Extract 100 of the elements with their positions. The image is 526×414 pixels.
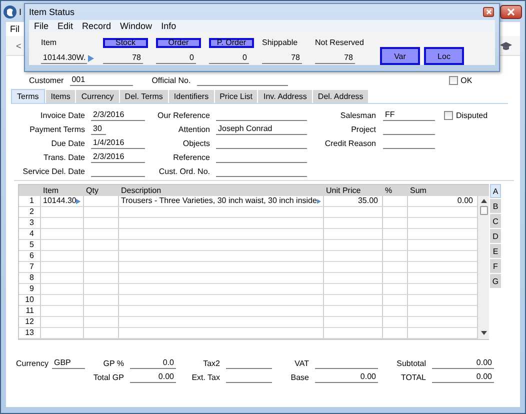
- table-cell: [324, 306, 383, 317]
- table-cell: [383, 262, 408, 273]
- tab[interactable]: B: [490, 199, 501, 213]
- menu-item[interactable]: Edit: [58, 21, 74, 31]
- checkbox-label: Disputed: [456, 110, 488, 120]
- field-label: Ext. Tax: [190, 373, 220, 382]
- input-field[interactable]: 0.0: [130, 358, 176, 369]
- row-number: 10: [19, 295, 41, 306]
- table-cell: [84, 207, 119, 218]
- menu-item[interactable]: Window: [120, 21, 152, 31]
- checkbox[interactable]: [448, 76, 458, 84]
- scrollbar-thumb[interactable]: [480, 206, 488, 215]
- row-number: 4: [19, 229, 41, 240]
- field-label: Official No.: [152, 76, 191, 84]
- tab[interactable]: Identifiers: [168, 90, 214, 103]
- table-cell: [383, 207, 408, 218]
- input-field[interactable]: 1/4/2016: [91, 138, 145, 148]
- table-cell: [41, 284, 84, 295]
- column-header: Description: [119, 185, 324, 196]
- field-label: Service Del. Date: [22, 166, 85, 176]
- cell-text: 10144.30: [43, 196, 76, 206]
- order-button[interactable]: Order: [156, 38, 201, 48]
- tab[interactable]: Items: [46, 90, 76, 103]
- close-button[interactable]: [483, 7, 494, 17]
- row-number: 3: [19, 218, 41, 229]
- input-field[interactable]: 30: [91, 124, 106, 134]
- field-label: Objects: [182, 138, 210, 148]
- table-cell: [84, 284, 119, 295]
- tab[interactable]: Currency: [76, 90, 119, 103]
- input-field[interactable]: 2/3/2016: [91, 152, 145, 162]
- tab[interactable]: Price List: [214, 90, 258, 103]
- back-button[interactable]: <: [16, 40, 22, 50]
- column-header: Sum: [408, 185, 478, 196]
- table-cell: [383, 218, 408, 229]
- tab[interactable]: C: [490, 214, 501, 228]
- input-field[interactable]: GBP: [52, 358, 85, 369]
- row-number: 8: [19, 273, 41, 284]
- column-label: Shippable: [262, 38, 299, 47]
- action-button[interactable]: Loc: [424, 47, 464, 65]
- input-field[interactable]: 0: [156, 53, 196, 64]
- field-label: Project: [350, 124, 376, 134]
- close-icon: [507, 8, 515, 16]
- tab[interactable]: E: [490, 244, 501, 258]
- row-number: 11: [19, 306, 41, 317]
- tab[interactable]: D: [490, 229, 501, 243]
- column-header: Item: [41, 185, 84, 196]
- up-arrow-icon[interactable]: [480, 199, 486, 203]
- input-field[interactable]: 0.00: [432, 372, 494, 383]
- input-field[interactable]: 001: [70, 74, 133, 86]
- tab[interactable]: Del. Address: [312, 90, 368, 103]
- cell-text: 35.00: [358, 196, 378, 206]
- action-button[interactable]: Var: [380, 47, 420, 65]
- field-label: Total GP: [92, 373, 124, 382]
- input-field[interactable]: 0.00: [315, 372, 378, 383]
- input-field[interactable]: 0: [209, 53, 249, 64]
- app-icon: [3, 4, 17, 18]
- purchase-order-button[interactable]: P. Order: [209, 38, 254, 48]
- graduation-cap-icon[interactable]: [500, 40, 512, 50]
- menu-item[interactable]: File: [34, 21, 49, 31]
- close-button[interactable]: [500, 4, 522, 18]
- table-cell: [41, 218, 84, 229]
- input-field[interactable]: 78: [262, 53, 302, 64]
- field-label: TOTAL: [400, 373, 426, 382]
- input-field[interactable]: 0.00: [130, 372, 176, 383]
- input-field[interactable]: 78: [315, 53, 355, 64]
- field-label: Due Date: [50, 138, 85, 148]
- table-cell: [84, 262, 119, 273]
- row-number: 13: [19, 328, 41, 339]
- tab[interactable]: G: [490, 274, 501, 288]
- field-label: Subtotal: [396, 359, 426, 368]
- arrow-icon[interactable]: [316, 198, 321, 204]
- input-field[interactable]: 10144.30W.: [41, 53, 87, 64]
- input-field[interactable]: 78: [103, 53, 143, 64]
- scrollbar[interactable]: [478, 196, 489, 339]
- menu-item[interactable]: Info: [161, 21, 176, 31]
- down-arrow-icon[interactable]: [480, 331, 486, 335]
- checkbox[interactable]: [444, 110, 453, 120]
- input-field[interactable]: Joseph Conrad: [216, 124, 307, 134]
- field-label: Currency: [16, 359, 46, 368]
- tab[interactable]: Terms: [11, 89, 45, 103]
- table-cell: [383, 240, 408, 251]
- tab[interactable]: A: [490, 184, 501, 198]
- menu-item[interactable]: Record: [82, 21, 112, 31]
- tab[interactable]: Del. Terms: [120, 90, 168, 103]
- tab[interactable]: F: [490, 259, 501, 273]
- table-cell: [41, 317, 84, 328]
- window-title: I: [19, 6, 22, 16]
- input-field[interactable]: FF: [383, 110, 435, 120]
- tab[interactable]: Inv. Address: [258, 90, 312, 103]
- table-cell: [383, 317, 408, 328]
- table-cell: [84, 229, 119, 240]
- arrow-icon[interactable]: [88, 55, 94, 62]
- table-cell: [324, 218, 383, 229]
- input-field[interactable]: 0.00: [432, 358, 494, 369]
- row-number: 5: [19, 240, 41, 251]
- stock-button[interactable]: Stock: [103, 38, 148, 48]
- arrow-icon[interactable]: [76, 198, 81, 204]
- input-field[interactable]: 2/3/2016: [91, 110, 145, 120]
- table-cell: [324, 295, 383, 306]
- menu-item[interactable]: Fil: [10, 24, 20, 34]
